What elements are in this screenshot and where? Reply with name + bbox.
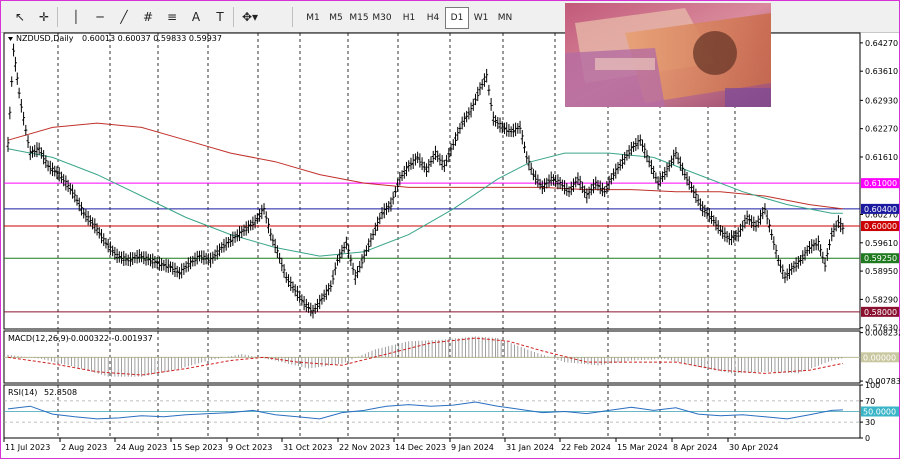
nzd-banknotes-photo <box>565 3 771 107</box>
macd-tick-label: 0.008232 <box>865 329 900 338</box>
rsi-tick-label: 0 <box>865 434 870 443</box>
macd-values: -0.000322 -0.001937 <box>68 334 153 343</box>
rsi-tick-label: 70 <box>865 397 875 406</box>
rsi-title: RSI(14) <box>8 388 37 397</box>
rsi-level-label: 50.0000 <box>863 408 896 417</box>
rsi-value: 52.8508 <box>44 388 77 397</box>
price-tick-label: 0.62930 <box>865 96 898 105</box>
rsi-tick-label: 30 <box>865 418 875 427</box>
rsi-tick-label: 100 <box>865 381 880 390</box>
price-tick-label: 0.64270 <box>865 39 898 48</box>
date-tick-label: 9 Jan 2024 <box>451 443 494 452</box>
date-tick-label: 11 Jul 2023 <box>5 443 50 452</box>
date-tick-label: 24 Aug 2023 <box>116 443 167 452</box>
price-tick-label: 0.59610 <box>865 239 898 248</box>
price-tick-label: 0.61610 <box>865 153 898 162</box>
price-tick-label: 0.58290 <box>865 295 898 304</box>
date-tick-label: 22 Nov 2023 <box>339 443 390 452</box>
date-tick-label: 2 Aug 2023 <box>61 443 107 452</box>
price-level-label: 0.58000 <box>864 308 897 317</box>
date-tick-label: 22 Feb 2024 <box>561 443 611 452</box>
date-tick-label: 31 Jan 2024 <box>506 443 554 452</box>
macd-title: MACD(12,26,9) <box>8 334 69 343</box>
price-level-label: 0.61000 <box>864 179 897 188</box>
chart-ohlc-values: 0.60013 0.60037 0.59833 0.59937 <box>82 34 222 43</box>
price-level-label: 0.59250 <box>864 254 897 263</box>
price-tick-label: 0.63610 <box>865 67 898 76</box>
date-tick-label: 15 Mar 2024 <box>617 443 668 452</box>
chart-symbol-title: NZDUSD,Daily <box>16 34 74 43</box>
date-tick-label: 31 Oct 2023 <box>283 443 332 452</box>
macd-zero-label: 0.00000 <box>863 353 896 362</box>
date-tick-label: 9 Oct 2023 <box>228 443 272 452</box>
date-tick-label: 30 Apr 2024 <box>729 443 778 452</box>
price-tick-label: 0.58950 <box>865 267 898 276</box>
price-level-label: 0.60400 <box>864 205 897 214</box>
price-level-label: 0.60000 <box>864 222 897 231</box>
date-tick-label: 14 Dec 2023 <box>395 443 446 452</box>
date-tick-label: 8 Apr 2024 <box>673 443 717 452</box>
date-tick-label: 15 Sep 2023 <box>172 443 223 452</box>
price-tick-label: 0.62270 <box>865 125 898 134</box>
